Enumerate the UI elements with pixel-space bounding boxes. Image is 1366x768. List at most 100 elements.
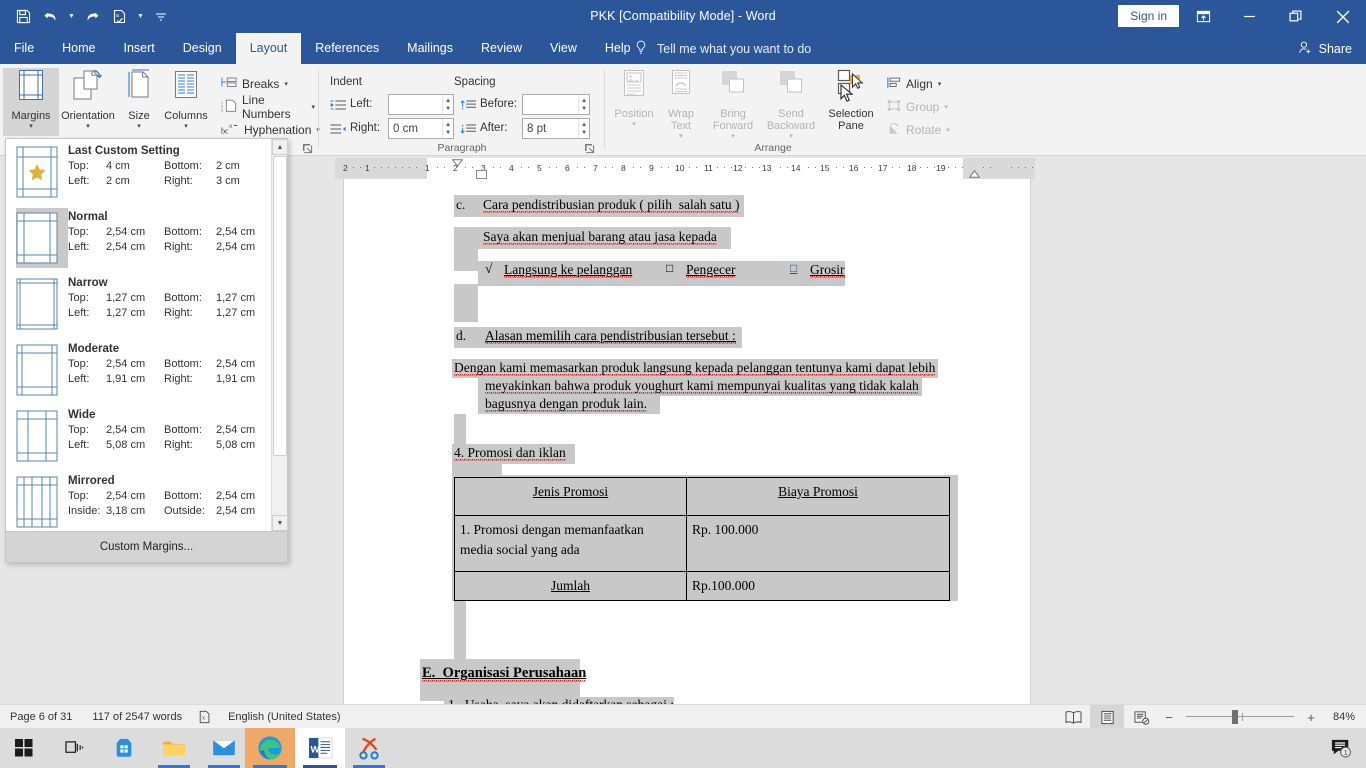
group-caret-icon[interactable]: ▾ [944,103,948,111]
promotion-cost-table[interactable]: Jenis Promosi Biaya Promosi 1. Promosi den… [454,477,950,602]
wrap-text-button[interactable]: Wrap Text ▾ [658,68,704,140]
undo-icon[interactable] [38,4,64,30]
close-icon[interactable] [1320,0,1366,33]
table-row[interactable]: Jumlah Rp.100.000 [454,570,950,602]
margin-preset-wide[interactable]: Wide Top: 2,54 cm Bottom: 2,54 cm Left: 5,08 c… [6,403,273,469]
tell-me-search[interactable]: Tell me what you want to do [634,33,811,64]
spacing-before-spinner[interactable]: ▲ ▼ [578,95,589,114]
margin-preset-mirrored[interactable]: Mirrored Top: 2,54 cm Bottom: 2,54 cm Inside:… [6,469,273,531]
horizontal-ruler[interactable]: 2 1 1 2 3 4 5 6 7 8 9 10 11 12 13 14 15 16 17 18 19 [335,158,1035,179]
zoom-out-button[interactable]: − [1158,705,1180,729]
size-caret-icon[interactable]: ▾ [137,122,141,131]
table-row[interactable]: 1. Promosi dengan memanfaatkan media soc… [454,515,950,572]
custom-margins-button[interactable]: Custom Margins... [6,531,287,562]
indent-right-spinner[interactable]: ▲ ▼ [442,119,453,138]
spacing-after-spinner[interactable]: ▲ ▼ [578,119,589,138]
checkbox-option-2-icon[interactable]: □ [666,261,673,276]
size-button[interactable]: Size ▾ [118,68,160,136]
margins-caret-icon[interactable]: ▾ [29,122,33,131]
save-icon[interactable] [10,4,36,30]
redo-icon[interactable] [79,4,105,30]
margin-preset-normal[interactable]: Normal Top: 2,54 cm Bottom: 2,54 cm Left: 2,54… [6,205,273,271]
margin-preset-moderate[interactable]: Moderate Top: 2,54 cm Bottom: 2,54 cm Left: 1,… [6,337,273,403]
notifications-icon[interactable]: 1 [1324,731,1358,765]
align-caret-icon[interactable]: ▾ [938,80,942,88]
tab-layout[interactable]: Layout [235,33,302,64]
breaks-caret-icon[interactable]: ▾ [284,80,288,88]
indent-right-input[interactable]: ▲▼ [388,118,454,139]
wrap-text-caret-icon[interactable]: ▾ [679,132,683,141]
selection-pane-button[interactable]: Selection Pane [820,68,882,136]
columns-button[interactable]: Columns ▾ [160,68,212,136]
indent-right-value[interactable] [389,119,443,138]
bring-forward-caret-icon[interactable]: ▾ [731,132,735,141]
right-indent-marker[interactable] [968,169,981,179]
indent-left-spinner[interactable]: ▲ ▼ [442,95,453,114]
table-cell[interactable]: Jumlah [454,570,687,602]
share-button[interactable]: Share [1298,33,1352,64]
spacing-after-input[interactable]: ▲▼ [522,118,590,139]
send-backward-button[interactable]: Send Backward ▾ [762,68,820,140]
first-line-indent-marker[interactable] [451,159,464,169]
columns-caret-icon[interactable]: ▾ [184,122,188,131]
tab-review[interactable]: Review [467,33,536,64]
spacing-before-value[interactable] [523,95,579,114]
print-layout-icon[interactable] [1090,705,1124,729]
line-numbers-caret-icon[interactable]: ▾ [311,103,315,111]
table-cell[interactable]: Rp. 100.000 [686,515,950,572]
indent-left-input[interactable]: ▲ ▼ [388,94,454,115]
read-mode-icon[interactable] [1056,705,1090,729]
customize-qat-icon[interactable] [148,4,174,30]
ruler-left-margin-zone[interactable] [335,158,427,179]
zoom-in-button[interactable]: + [1300,705,1322,729]
margin-preset-narrow[interactable]: Narrow Top: 1,27 cm Bottom: 1,27 cm Left: 1,27… [6,271,273,337]
table-cell[interactable]: 1. Promosi dengan memanfaatkan media soc… [454,515,687,572]
position-button[interactable]: Position ▾ [610,68,658,136]
bring-forward-button[interactable]: Bring Forward ▾ [704,68,762,140]
ruler-minor-tick [1011,167,1012,168]
indent-left-value[interactable] [389,95,443,114]
zoom-percent[interactable]: 84% [1322,711,1366,723]
margins-button[interactable]: Margins ▾ [3,68,59,136]
checkmark-option-1-icon[interactable]: √ [485,261,492,277]
document-page[interactable]: c. Cara pendistribusian produk ( pilih s… [344,179,1030,704]
orientation-button[interactable]: Orientation ▾ [58,68,118,136]
spelling-check-icon[interactable]: a [107,4,133,30]
spelling-dropdown-icon[interactable]: ▼ [135,4,146,30]
position-caret-icon[interactable]: ▾ [632,120,636,129]
sign-in-button[interactable]: Sign in [1118,5,1179,27]
scroll-down-arrow-icon[interactable]: ▼ [272,515,288,531]
ribbon-display-options-icon[interactable] [1180,0,1226,33]
tab-design[interactable]: Design [169,33,236,64]
line-numbers-button[interactable]: 123 Line Numbers ▾ [218,93,318,121]
page-setup-dialog-launcher[interactable] [302,141,314,154]
table-cell[interactable]: Rp.100.000 [686,570,950,602]
orientation-caret-icon[interactable]: ▾ [86,122,90,131]
margin-preset-last-custom-setting[interactable]: Last Custom Setting Top: 4 cm Bottom: 2 cm Le… [6,139,273,205]
group-button[interactable]: Group ▾ [884,95,951,118]
undo-dropdown-icon[interactable]: ▼ [66,4,77,30]
tab-mailings[interactable]: Mailings [393,33,467,64]
rotate-caret-icon[interactable]: ▾ [946,126,950,134]
scrollbar-thumb[interactable] [273,156,287,456]
scroll-up-arrow-icon[interactable]: ▲ [272,139,288,155]
tab-insert[interactable]: Insert [110,33,169,64]
tab-references[interactable]: References [301,33,393,64]
restore-icon[interactable] [1272,0,1318,33]
rotate-button[interactable]: Rotate ▾ [884,118,953,141]
zoom-slider-thumb[interactable] [1232,710,1238,724]
checkbox-option-3-icon[interactable]: □ [790,261,797,276]
paragraph-dialog-launcher[interactable] [584,141,596,154]
left-indent-marker[interactable] [476,170,487,179]
tab-file[interactable]: File [0,33,48,64]
minimize-icon[interactable] [1226,0,1272,33]
tab-view[interactable]: View [536,33,591,64]
margins-menu-scrollbar[interactable]: ▲ ▼ [271,139,288,531]
spacing-after-value[interactable] [523,119,579,138]
spacing-before-input[interactable]: ▲ ▼ [522,94,590,115]
send-backward-caret-icon[interactable]: ▾ [789,132,793,141]
web-layout-icon[interactable] [1124,705,1158,729]
tab-home[interactable]: Home [48,33,109,64]
zoom-slider[interactable] [1180,705,1300,729]
align-button[interactable]: Align ▾ [884,72,944,95]
